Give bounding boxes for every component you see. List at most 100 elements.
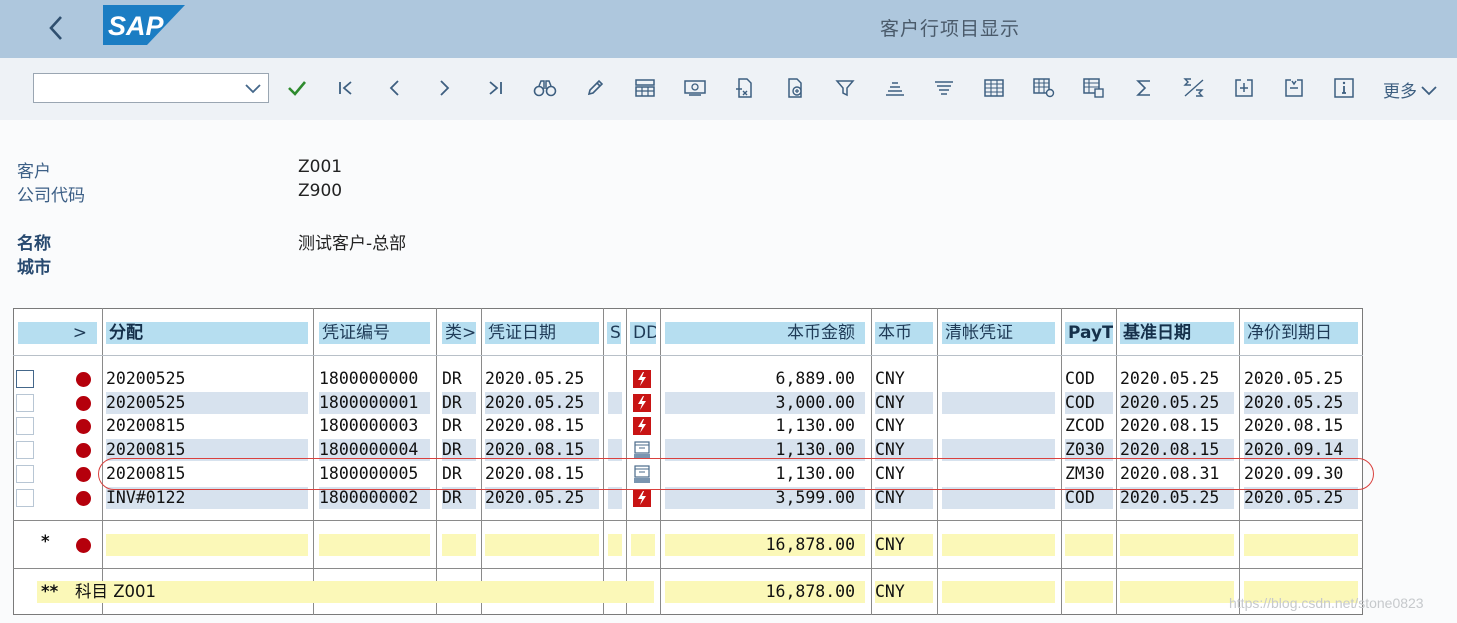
status-red-icon [76,538,91,553]
page-title: 客户行项目显示 [880,18,1021,40]
status-red-icon [76,372,91,387]
customer-value: Z001 [298,157,343,177]
reverse-button[interactable] [729,73,759,103]
cell-amount: 6,889.00 [775,369,855,388]
cell-baseline: 2020.05.25 [1120,369,1220,388]
cell-currency: CNY [875,488,905,507]
subtotal-cell [942,534,1055,556]
row-select-checkbox[interactable] [16,489,34,507]
column-header-doc-no[interactable]: 凭证编号 [319,322,430,344]
column-header-select[interactable]: > [18,322,97,344]
row-shade [608,392,622,414]
column-header-doc-date[interactable]: 凭证日期 [485,322,599,344]
sort-descending-button[interactable] [929,73,959,103]
subtotal-button[interactable] [1179,73,1209,103]
status-red-icon [76,419,91,434]
cell-type: DR [442,369,462,388]
dunning-block-icon [633,417,651,435]
previous-icon [389,80,399,96]
first-page-button[interactable] [331,73,361,103]
subtotal-currency: CNY [875,535,905,554]
find-button[interactable] [530,73,560,103]
name-value: 测试客户-总部 [298,234,407,254]
company-code-value: Z900 [298,181,343,201]
column-header-net-due[interactable]: 净价到期日 [1244,322,1358,344]
cell-clearing [942,415,1055,437]
cell-currency: CNY [875,416,905,435]
customer-label: 客户 [17,162,51,182]
document-display-icon [684,80,706,96]
status-red-icon [76,491,91,506]
edit-button[interactable] [580,73,610,103]
chevron-down-icon [1421,85,1437,95]
previous-button[interactable] [380,73,410,103]
last-page-icon [489,81,502,95]
display-document-button[interactable] [680,73,710,103]
cell-clearing [942,368,1055,390]
filter-icon [835,80,855,97]
table-settings-button[interactable] [1029,73,1059,103]
collapse-icon [1285,79,1303,97]
cell-payt: ZCOD [1065,416,1105,435]
column-header-payt[interactable]: PayT [1065,322,1113,344]
more-menu[interactable]: 更多 [1383,77,1437,102]
subtotal-amount: 16,878.00 [765,535,855,554]
cell-net-due: 2020.05.25 [1244,369,1344,388]
column-header-type[interactable]: 类> [442,322,476,344]
row-select-checkbox[interactable] [16,370,34,388]
subtotal-cell [485,534,599,556]
back-button[interactable] [38,10,74,46]
chevron-down-icon[interactable] [244,80,262,96]
sap-logo: SAP [103,5,185,45]
column-header-dd[interactable]: DD [630,322,656,344]
cell-type: DR [442,416,462,435]
column-header-amount[interactable]: 本币金额 [665,322,865,344]
table-export-button[interactable] [1079,73,1109,103]
subtotal-cell [442,534,476,556]
table-button[interactable] [979,73,1009,103]
row-select-checkbox[interactable] [16,394,34,412]
layout-button[interactable] [630,73,660,103]
filter-button[interactable] [830,73,860,103]
cell-type: DR [442,393,462,412]
svg-text:SAP: SAP [108,11,165,41]
cell-doc-no: 1800000000 [319,369,419,388]
column-header-currency[interactable]: 本币 [875,322,933,344]
row-select-checkbox[interactable] [16,417,34,435]
table-settings-icon [1033,78,1055,98]
next-icon [440,80,450,96]
info-button[interactable] [1329,73,1359,103]
subtotal-cell [1244,534,1358,556]
cell-doc-no: 1800000002 [319,488,419,507]
command-field[interactable] [33,73,269,103]
cell-baseline: 2020.05.25 [1120,393,1220,412]
column-header-assignment[interactable]: 分配 [106,322,308,344]
total-cell [942,581,1055,603]
total-cell [1120,581,1234,603]
chevron-left-icon [49,16,62,40]
check-button[interactable] [282,73,312,103]
binoculars-icon [533,80,557,97]
last-page-button[interactable] [480,73,510,103]
reverse-icon [736,78,752,98]
attach-button[interactable] [779,73,809,103]
column-header-baseline[interactable]: 基准日期 [1120,322,1234,344]
column-header-s[interactable]: S [607,322,621,344]
sum-button[interactable] [1129,73,1159,103]
cell-doc-date: 2020.05.25 [485,488,585,507]
cell-payt: COD [1065,488,1095,507]
total-currency: CNY [875,582,905,601]
expand-button[interactable] [1229,73,1259,103]
next-button[interactable] [429,73,459,103]
column-header-clearing[interactable]: 清帐凭证 [942,322,1055,344]
sort-ascending-icon [886,82,904,96]
cell-baseline: 2020.05.25 [1120,488,1220,507]
sort-ascending-button[interactable] [880,73,910,103]
row-select-checkbox[interactable] [16,441,34,459]
cell-doc-no: 1800000003 [319,416,419,435]
collapse-button[interactable] [1279,73,1309,103]
row-select-checkbox[interactable] [16,465,34,483]
grid-row-divider [13,520,1363,521]
calendar-payment-icon [633,441,651,459]
grid-header-divider [13,355,1363,356]
